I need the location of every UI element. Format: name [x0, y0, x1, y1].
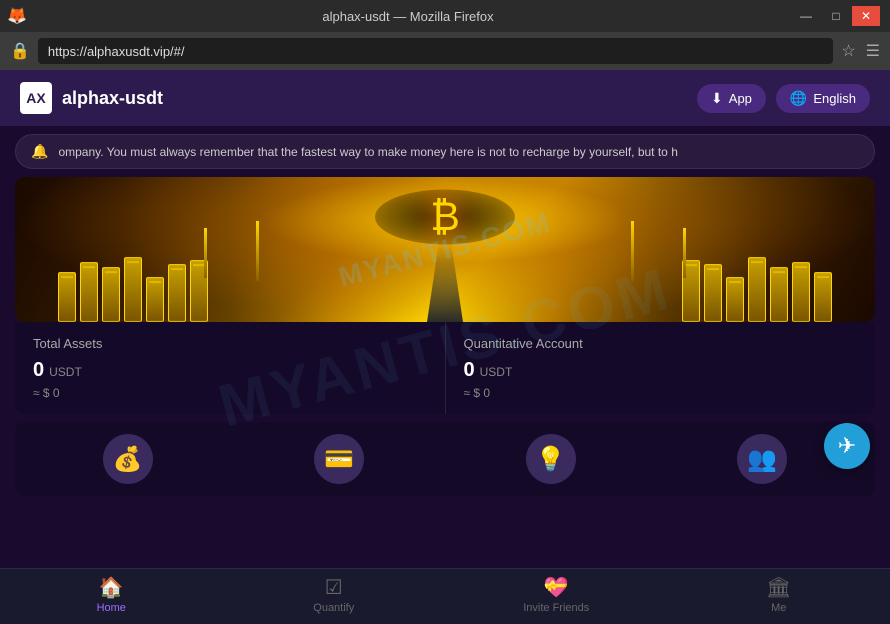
security-indicator: 🔒	[10, 41, 30, 61]
quantitative-account-amount: 0 USDT	[464, 359, 858, 382]
bitcoin-symbol: ₿	[430, 195, 460, 240]
total-assets-card: Total Assets 0 USDT ≈ $ 0	[15, 322, 446, 414]
quantitative-usd: ≈ $ 0	[464, 386, 858, 400]
btc-cloud: ₿	[395, 187, 495, 247]
telegram-fab[interactable]: ✈	[824, 423, 870, 469]
lock-icon: 🔒	[10, 41, 30, 61]
quick-actions: 💰 💳 💡 👥	[15, 422, 875, 496]
browser-chrome: 🦊 alphax-usdt — Mozilla Firefox — □ ✕ 🔒 …	[0, 0, 890, 70]
total-assets-unit: USDT	[49, 365, 82, 379]
page-content: MYANTIS.COM AX alphax-usdt ⬇ App 🌐 Engli…	[0, 70, 890, 624]
action-item-0[interactable]: 💰	[103, 434, 153, 484]
total-assets-amount: 0 USDT	[33, 359, 427, 382]
invite-icon: 💝	[544, 575, 569, 600]
notification-bar: 🔔 ompany. You must always remember that …	[15, 134, 875, 169]
menu-icon[interactable]: ☰	[866, 41, 880, 61]
window-controls: — □ ✕	[792, 6, 880, 26]
me-label: Me	[771, 602, 786, 614]
hero-banner: ₿	[15, 177, 875, 322]
logo-text: AX	[26, 90, 45, 106]
bell-icon: 🔔	[31, 143, 48, 160]
firefox-logo: 🦊	[10, 9, 24, 23]
logo-icon: AX	[20, 82, 52, 114]
globe-icon: 🌐	[790, 90, 807, 107]
url-input[interactable]	[38, 38, 833, 64]
title-bar-left: 🦊	[10, 9, 24, 23]
bottom-nav: 🏠 Home ☑ Quantify 💝 Invite Friends 🏛 Me	[0, 568, 890, 624]
maximize-button[interactable]: □	[822, 6, 850, 26]
invite-label: Invite Friends	[523, 602, 589, 614]
quantitative-amount-unit: USDT	[480, 365, 513, 379]
hero-banner-inner: ₿	[15, 177, 875, 322]
quantify-label: Quantify	[313, 602, 354, 614]
home-icon: 🏠	[99, 575, 124, 600]
action-item-2[interactable]: 💡	[526, 434, 576, 484]
nav-item-quantify[interactable]: ☑ Quantify	[223, 575, 446, 616]
home-label: Home	[97, 602, 126, 614]
app-button-label: App	[729, 91, 752, 106]
address-bar: 🔒 ☆ ☰	[0, 32, 890, 70]
quantitative-account-title: Quantitative Account	[464, 336, 858, 351]
bookmark-icon[interactable]: ☆	[841, 41, 855, 61]
window-title: alphax-usdt — Mozilla Firefox	[24, 9, 792, 24]
quantify-icon: ☑	[325, 575, 343, 600]
action-icon-users: 👥	[737, 434, 787, 484]
app-button[interactable]: ⬇ App	[697, 84, 766, 113]
site-name: alphax-usdt	[62, 88, 163, 109]
close-button[interactable]: ✕	[852, 6, 880, 26]
language-label: English	[813, 91, 856, 106]
action-icon-card: 💳	[314, 434, 364, 484]
quantitative-account-card: Quantitative Account 0 USDT ≈ $ 0	[446, 322, 876, 414]
nav-item-me[interactable]: 🏛 Me	[668, 575, 890, 616]
me-icon: 🏛	[766, 575, 791, 600]
action-icon-money: 💰	[103, 434, 153, 484]
total-assets-number: 0	[33, 359, 44, 382]
title-bar: 🦊 alphax-usdt — Mozilla Firefox — □ ✕	[0, 0, 890, 32]
action-item-1[interactable]: 💳	[314, 434, 364, 484]
total-assets-title: Total Assets	[33, 336, 427, 351]
account-cards: Total Assets 0 USDT ≈ $ 0 Quantitative A…	[15, 322, 875, 414]
language-button[interactable]: 🌐 English	[776, 84, 870, 113]
action-icon-bulb: 💡	[526, 434, 576, 484]
nav-item-home[interactable]: 🏠 Home	[0, 575, 223, 616]
minimize-button[interactable]: —	[792, 6, 820, 26]
quantitative-amount-number: 0	[464, 359, 475, 382]
site-header: AX alphax-usdt ⬇ App 🌐 English	[0, 70, 890, 126]
total-assets-usd: ≈ $ 0	[33, 386, 427, 400]
telegram-icon: ✈	[838, 433, 856, 459]
action-item-3[interactable]: 👥	[737, 434, 787, 484]
nav-item-invite[interactable]: 💝 Invite Friends	[445, 575, 668, 616]
download-icon: ⬇	[711, 90, 723, 107]
toolbar-icons: ☆ ☰	[841, 41, 880, 61]
notification-text: ompany. You must always remember that th…	[58, 145, 677, 159]
logo-area: AX alphax-usdt	[20, 82, 163, 114]
header-actions: ⬇ App 🌐 English	[697, 84, 870, 113]
